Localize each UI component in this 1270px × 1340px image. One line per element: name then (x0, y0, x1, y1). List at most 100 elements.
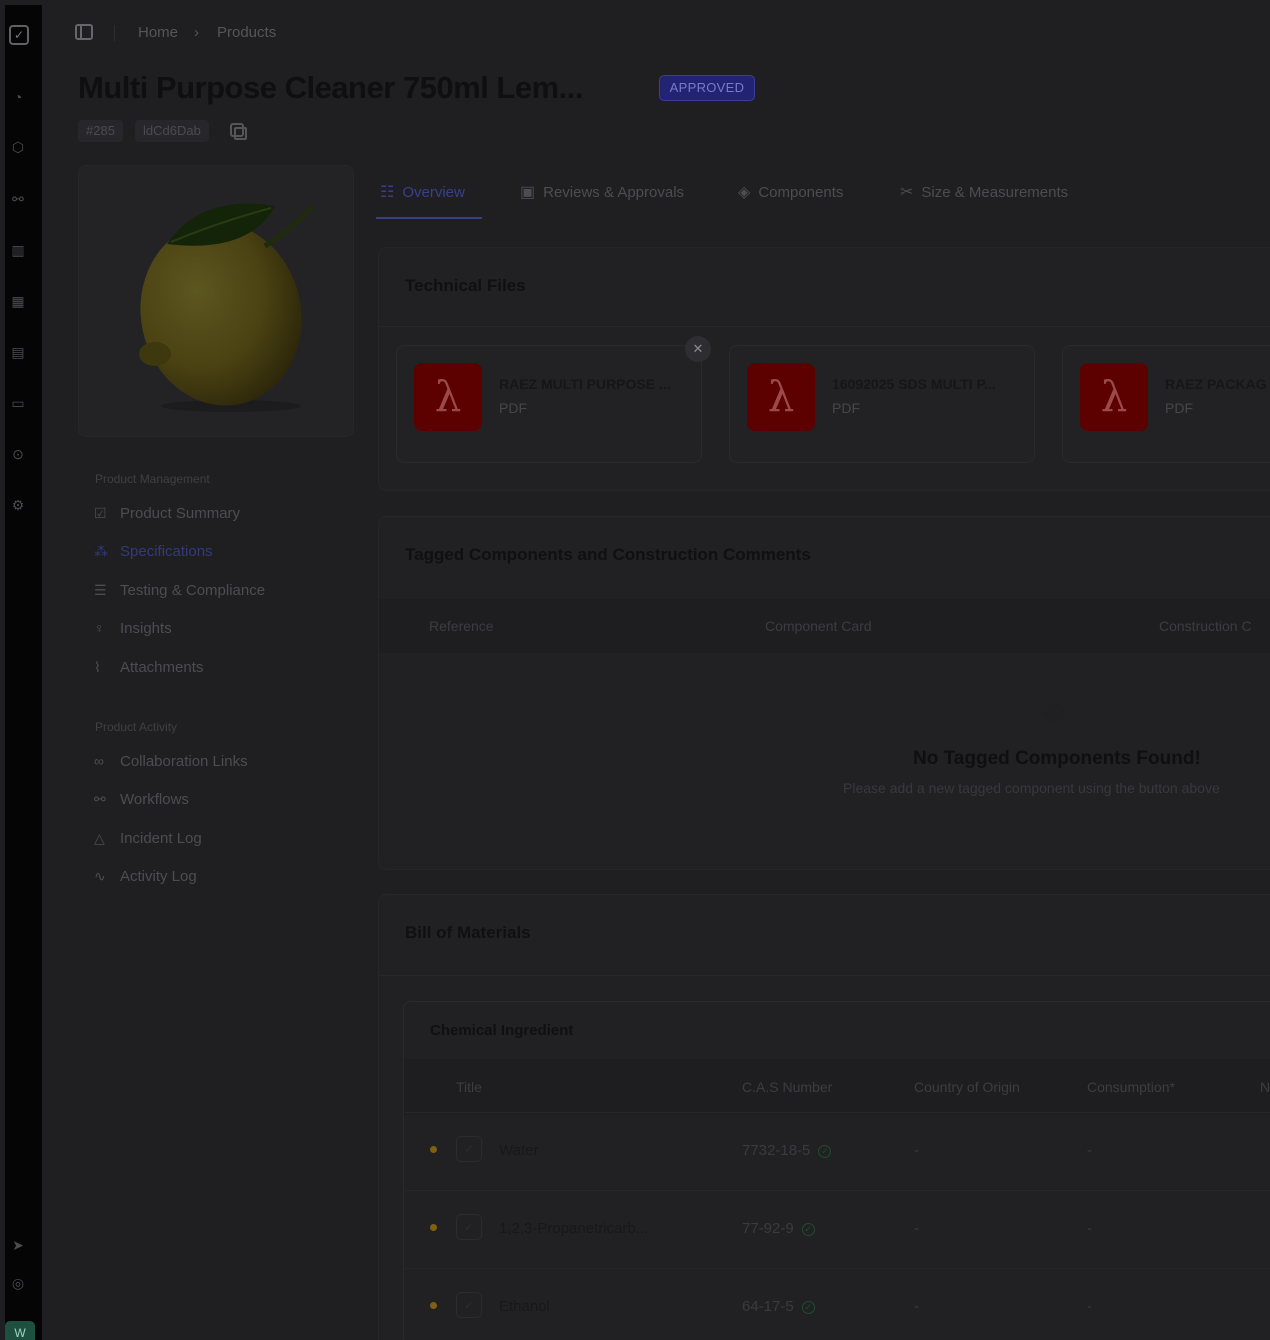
product-number: #285 (78, 120, 123, 142)
components-icon: ❖ (1040, 695, 1071, 733)
consumption: - (1087, 1220, 1092, 1237)
column-reference: Reference (429, 618, 494, 634)
status-dot (430, 1224, 437, 1231)
bom-table-header: Title C.A.S Number Country of Origin Con… (404, 1059, 1270, 1115)
nav-incident-log[interactable]: △ Incident Log (94, 827, 202, 849)
file-card[interactable]: λ 16092025 SDS MULTI P... PDF (729, 345, 1035, 463)
nav-testing-compliance[interactable]: ☰ Testing & Compliance (94, 579, 265, 601)
file-type: PDF (832, 400, 860, 416)
file-type: PDF (499, 400, 527, 416)
row-checkbox[interactable]: ✓ (456, 1214, 482, 1240)
row-checkbox[interactable]: ✓ (456, 1136, 482, 1162)
empty-state-subtitle: Please add a new tagged component using … (843, 780, 1220, 796)
bill-of-materials-title: Bill of Materials (405, 923, 531, 942)
country-of-origin: - (914, 1220, 919, 1237)
copy-icon[interactable] (230, 123, 247, 140)
file-type: PDF (1165, 400, 1193, 416)
lemon-image (139, 203, 315, 412)
settings-icon[interactable]: ⚙ (5, 497, 31, 514)
close-icon: ✕ (692, 341, 704, 356)
icon-rail: ✓ ◔ ⬡ ⚯ ▥ ▦ ▤ ▭ ⊙ ⚙ ➤ ◎ W (5, 5, 42, 1340)
app-logo-icon[interactable]: ✓ (9, 25, 29, 45)
dashboard-icon[interactable]: ◔ (5, 89, 31, 105)
cas-number: 77-92-9 ✓ (742, 1220, 815, 1237)
nav-activity-log[interactable]: ∿ Activity Log (94, 865, 197, 887)
pdf-icon: λ (747, 363, 815, 431)
nav-insights[interactable]: ♀ Insights (94, 617, 172, 639)
divider (379, 326, 1270, 327)
ingredient-title: Water (499, 1142, 539, 1159)
lightbulb-icon: ♀ (94, 620, 105, 636)
grid-icon[interactable]: ▦ (5, 293, 31, 310)
divider (379, 975, 1270, 976)
pulse-icon: ∿ (94, 867, 106, 884)
table-header: Reference Component Card Construction C (379, 599, 1270, 653)
scan-icon[interactable]: ⊙ (5, 446, 31, 463)
nodes-icon: ⁂ (94, 542, 108, 559)
tab-size-measurements[interactable]: ✂ Size & Measurements (900, 178, 1068, 206)
ruler-icon: ✂ (900, 184, 914, 201)
chemical-ingredient-title: Chemical Ingredient (430, 1022, 574, 1039)
products-icon[interactable]: ⬡ (5, 139, 31, 156)
tagged-components-card: Tagged Components and Construction Comme… (378, 516, 1270, 870)
nav-heading-activity: Product Activity (95, 720, 178, 734)
help-icon[interactable]: ◎ (5, 1275, 31, 1292)
column-consumption: Consumption* (1087, 1079, 1175, 1095)
file-name: RAEZ MULTI PURPOSE ... (499, 376, 671, 392)
overview-icon: ☷ (380, 184, 395, 201)
product-code: ldCd6Dab (135, 120, 209, 142)
file-name: 16092025 SDS MULTI P... (832, 376, 996, 392)
warning-icon: △ (94, 829, 105, 846)
buildings-icon[interactable]: ▥ (5, 242, 31, 259)
nav-specifications[interactable]: ⁂ Specifications (94, 540, 213, 562)
tab-overview[interactable]: ☷ Overview (380, 178, 465, 206)
consumption: - (1087, 1142, 1092, 1159)
status-badge: APPROVED (659, 75, 755, 101)
ingredient-title: Ethanol (499, 1298, 550, 1315)
paperclip-icon: ⌇ (94, 658, 101, 675)
tagged-components-title: Tagged Components and Construction Comme… (405, 545, 811, 564)
column-title: Title (456, 1079, 482, 1095)
file-card[interactable]: λ RAEZ MULTI PURPOSE ... PDF (396, 345, 702, 463)
link-icon: ∞ (94, 753, 104, 769)
tab-reviews-approvals[interactable]: ▣ Reviews & Approvals (520, 178, 684, 206)
breadcrumb-products[interactable]: Products (217, 24, 276, 41)
tab-components[interactable]: ◈ Components (738, 178, 843, 206)
consumption: - (1087, 1298, 1092, 1315)
ingredient-title: 1,2,3-Propanetricarb... (499, 1220, 649, 1237)
column-construction-comments: Construction C (1159, 618, 1252, 634)
chat-icon[interactable]: ▭ (5, 395, 31, 412)
active-tab-indicator (376, 217, 482, 219)
top-bar: Home › Products (42, 5, 1270, 61)
nav-workflows[interactable]: ⚯ Workflows (94, 788, 189, 810)
workflow-icon[interactable]: ⚯ (5, 191, 31, 208)
edit-check-icon: ☑ (94, 504, 107, 521)
breadcrumb-separator-icon: › (194, 24, 199, 41)
user-avatar[interactable]: W (5, 1321, 35, 1340)
cas-number: 64-17-5 ✓ (742, 1298, 815, 1315)
document-icon[interactable]: ▤ (5, 344, 31, 361)
sidebar-toggle-icon[interactable] (75, 24, 93, 40)
breadcrumb-home[interactable]: Home (138, 24, 178, 41)
country-of-origin: - (914, 1142, 919, 1159)
verified-icon: ✓ (818, 1145, 832, 1158)
nav-collaboration-links[interactable]: ∞ Collaboration Links (94, 750, 248, 772)
verified-icon: ✓ (801, 1301, 815, 1314)
page-title: Multi Purpose Cleaner 750ml Lem... (78, 70, 584, 105)
nav-attachments[interactable]: ⌇ Attachments (94, 656, 203, 678)
row-checkbox[interactable]: ✓ (456, 1292, 482, 1318)
divider (114, 25, 115, 41)
column-n: N (1260, 1079, 1270, 1095)
file-card[interactable]: λ RAEZ PACKAG PDF (1062, 345, 1270, 463)
status-dot (430, 1146, 437, 1153)
technical-files-title: Technical Files (405, 276, 526, 295)
country-of-origin: - (914, 1298, 919, 1315)
nav-product-summary[interactable]: ☑ Product Summary (94, 502, 240, 524)
file-name: RAEZ PACKAG (1165, 376, 1267, 392)
workflow-icon: ⚯ (94, 790, 106, 807)
pdf-icon: λ (414, 363, 482, 431)
list-check-icon: ☰ (94, 581, 107, 598)
remove-file-button[interactable]: ✕ (685, 336, 711, 362)
send-icon[interactable]: ➤ (5, 1237, 31, 1254)
status-dot (430, 1302, 437, 1309)
